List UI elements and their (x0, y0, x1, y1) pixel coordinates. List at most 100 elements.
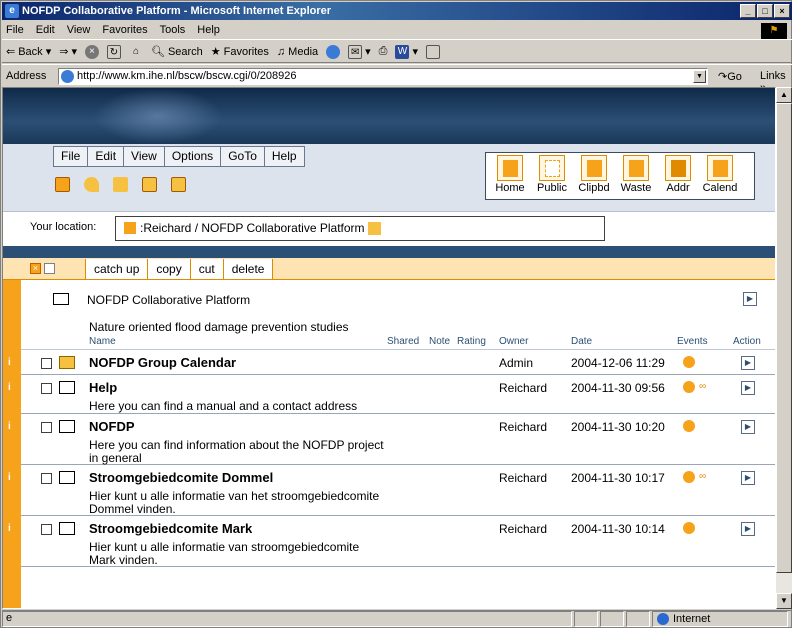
item-name-link[interactable]: NOFDP Group Calendar (89, 355, 236, 370)
item-name-link[interactable]: NOFDP (89, 419, 135, 434)
ie-menu-file[interactable]: File (6, 24, 24, 36)
ie-menu-help[interactable]: Help (197, 24, 220, 36)
current-folder: NOFDP Collaborative Platform (53, 293, 250, 307)
row-checkbox[interactable] (41, 422, 52, 433)
info-icon[interactable]: i (3, 351, 21, 374)
row-checkbox[interactable] (41, 358, 52, 369)
info-icon[interactable]: i (3, 376, 21, 413)
item-action-button[interactable]: ▶ (741, 420, 755, 434)
address-input[interactable]: http://www.km.ihe.nl/bscw/bscw.cgi/0/208… (58, 68, 708, 85)
history-button[interactable] (326, 44, 341, 59)
nav-addr[interactable]: Addr (658, 155, 698, 197)
page-icon (61, 70, 74, 83)
col-name[interactable]: Name (89, 336, 116, 347)
nav-public[interactable]: Public (532, 155, 572, 197)
search-button[interactable]: 🔍︎ Search (151, 45, 203, 59)
minimize-button[interactable]: _ (740, 4, 756, 18)
title-bar: e NOFDP Collaborative Platform - Microso… (2, 2, 792, 20)
refresh-button[interactable]: ↻ (106, 44, 121, 59)
col-date[interactable]: Date (571, 336, 592, 347)
maximize-button[interactable]: □ (757, 4, 773, 18)
event-icon[interactable] (683, 356, 695, 368)
scroll-thumb[interactable] (776, 103, 792, 573)
clipboard-icon (581, 155, 607, 181)
ie-menu-tools[interactable]: Tools (160, 24, 186, 36)
app-menu-options[interactable]: Options (165, 147, 222, 166)
ie-menu-edit[interactable]: Edit (36, 24, 55, 36)
app-menu-view[interactable]: View (124, 147, 165, 166)
nav-waste[interactable]: Waste (616, 155, 656, 197)
item-name-link[interactable]: Stroomgebiedcomite Mark (89, 521, 252, 536)
item-action-button[interactable]: ▶ (741, 522, 755, 536)
item-name-link[interactable]: Help (89, 380, 117, 395)
event-icon[interactable] (683, 420, 695, 432)
info-icon[interactable]: i (3, 415, 21, 464)
item-action-button[interactable]: ▶ (741, 381, 755, 395)
members-icon[interactable] (113, 177, 128, 192)
nav-calend[interactable]: Calend (700, 155, 740, 197)
status-cell (626, 611, 650, 627)
print-button[interactable]: ⎙ (379, 45, 388, 58)
nav-home[interactable]: Home (490, 155, 530, 197)
event-icon[interactable] (683, 381, 695, 393)
nav-clipboard[interactable]: Clipbd (574, 155, 614, 197)
col-owner[interactable]: Owner (499, 336, 528, 347)
folder-action-button[interactable]: ▶ (743, 292, 757, 306)
select-all-checkbox[interactable]: × (30, 263, 41, 274)
scroll-up-button[interactable]: ▲ (776, 87, 792, 103)
ie-menu-favorites[interactable]: Favorites (102, 24, 147, 36)
folder-icon[interactable] (142, 177, 157, 192)
info-icon[interactable] (55, 177, 70, 192)
row-checkbox[interactable] (41, 524, 52, 535)
forward-button[interactable]: ⇒ ▾ (59, 45, 77, 58)
item-action-button[interactable]: ▶ (741, 356, 755, 370)
home-icon[interactable] (124, 222, 136, 234)
ie-menu-view[interactable]: View (67, 24, 91, 36)
breadcrumb-path[interactable]: :Reichard / NOFDP Collaborative Platform (140, 221, 365, 235)
mail-button[interactable]: ✉ ▾ (348, 44, 371, 59)
app-menu-help[interactable]: Help (265, 147, 304, 166)
event-icon[interactable] (683, 471, 695, 483)
scroll-down-button[interactable]: ▼ (776, 593, 792, 609)
col-note[interactable]: Note (429, 336, 450, 347)
app-menu-edit[interactable]: Edit (88, 147, 125, 166)
copy-button[interactable]: copy (147, 259, 191, 279)
app-menu-goto[interactable]: GoTo (221, 147, 265, 166)
members-icon[interactable] (367, 222, 381, 236)
app-menu-file[interactable]: File (54, 147, 89, 166)
item-name-link[interactable]: Stroomgebiedcomite Dommel (89, 470, 273, 485)
delete-button[interactable]: delete (222, 259, 274, 279)
item-action-button[interactable]: ▶ (741, 471, 755, 485)
row-checkbox[interactable] (41, 383, 52, 394)
edit-button[interactable]: W ▾ (395, 44, 418, 59)
item-owner[interactable]: Reichard (499, 420, 547, 434)
item-owner[interactable]: Reichard (499, 522, 547, 536)
select-none-checkbox[interactable] (44, 263, 55, 274)
col-rating[interactable]: Rating (457, 336, 486, 347)
glasses-icon[interactable]: ∞ (699, 381, 717, 393)
col-shared[interactable]: Shared (387, 336, 419, 347)
address-dropdown-button[interactable]: ▼ (693, 70, 706, 83)
info-icon[interactable]: i (3, 517, 21, 566)
item-owner[interactable]: Admin (499, 356, 533, 370)
stop-button[interactable]: × (84, 44, 99, 59)
discuss-button[interactable] (426, 44, 441, 59)
close-button[interactable]: × (774, 4, 790, 18)
cut-button[interactable]: cut (189, 259, 224, 279)
favorites-button[interactable]: ★ Favorites (211, 45, 269, 59)
back-button[interactable]: ⇐ Back ▾ (6, 45, 51, 59)
folder-icon (59, 522, 75, 535)
info-icon[interactable]: i (3, 466, 21, 515)
row-checkbox[interactable] (41, 473, 52, 484)
item-owner[interactable]: Reichard (499, 381, 547, 395)
document-icon[interactable] (171, 177, 186, 192)
key-icon[interactable] (84, 177, 99, 192)
glasses-icon[interactable]: ∞ (699, 471, 717, 483)
home-button[interactable]: ⌂ (129, 45, 143, 59)
item-owner[interactable]: Reichard (499, 471, 547, 485)
catch-up-button[interactable]: catch up (85, 259, 149, 279)
go-button[interactable]: ↷Go (718, 70, 742, 83)
media-button[interactable]: ♫ Media (277, 46, 318, 58)
vertical-scrollbar[interactable]: ▲ ▼ (776, 87, 792, 609)
event-icon[interactable] (683, 522, 695, 534)
